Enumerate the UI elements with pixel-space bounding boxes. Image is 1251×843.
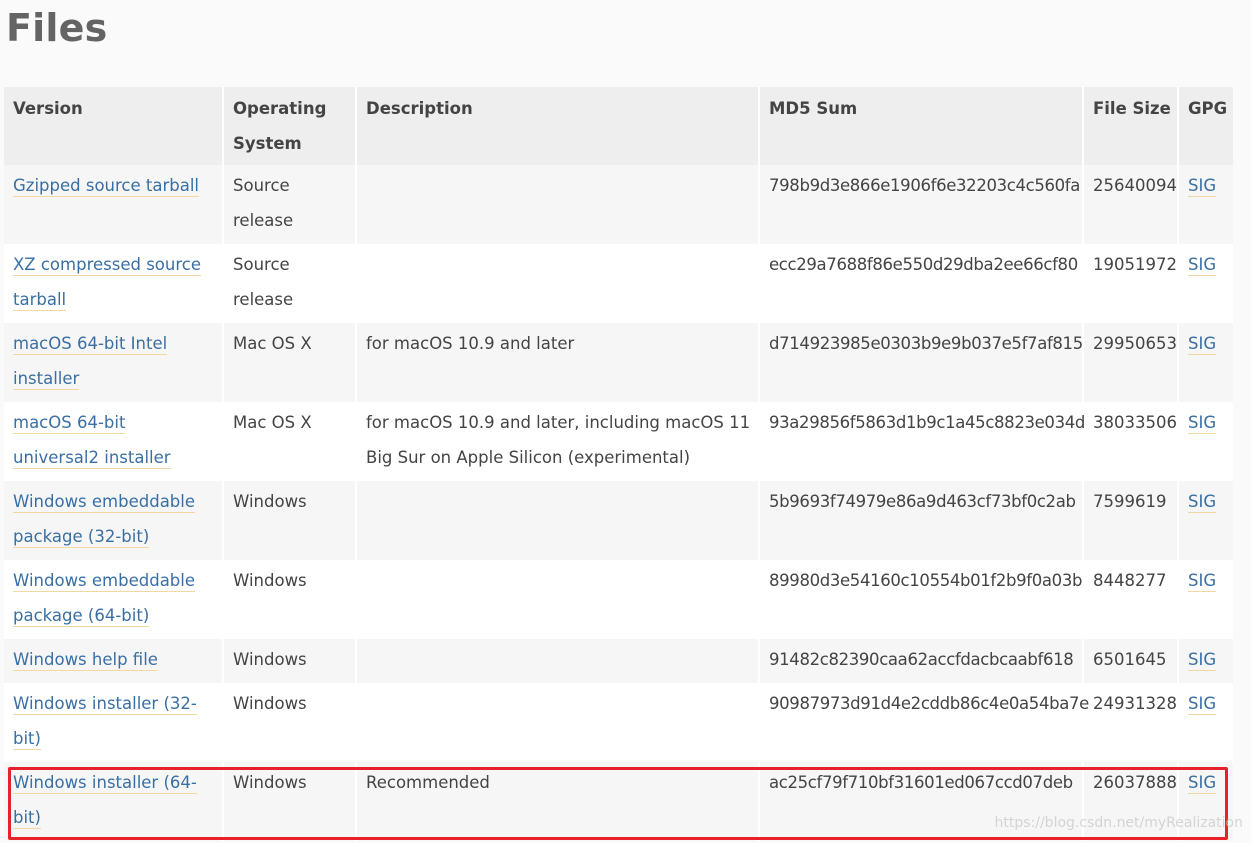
version-cell: XZ compressed source tarball xyxy=(4,244,224,323)
description-cell: for macOS 10.9 and later, including macO… xyxy=(356,402,760,481)
page-title: Files xyxy=(6,6,108,50)
os-cell: Windows xyxy=(223,560,357,639)
size-cell: 38033506 xyxy=(1083,402,1179,481)
gpg-cell: SIG xyxy=(1178,560,1233,639)
table-row: Gzipped source tarball Source release 79… xyxy=(4,165,1233,244)
os-cell: Windows xyxy=(223,639,357,683)
sig-link[interactable]: SIG xyxy=(1188,255,1217,276)
os-cell: Windows xyxy=(223,762,357,841)
table-row: Windows installer (32-bit) Windows 90987… xyxy=(4,683,1233,762)
description-cell xyxy=(356,481,760,560)
gpg-cell: SIG xyxy=(1178,481,1233,560)
sig-link[interactable]: SIG xyxy=(1188,413,1217,434)
files-table-header: Version Operating System Description MD5… xyxy=(4,87,1233,165)
header-gpg: GPG xyxy=(1178,87,1233,165)
description-cell: for macOS 10.9 and later xyxy=(356,323,760,402)
gpg-cell: SIG xyxy=(1178,683,1233,762)
size-cell: 6501645 xyxy=(1083,639,1179,683)
description-cell xyxy=(356,639,760,683)
version-link[interactable]: Windows installer (32-bit) xyxy=(13,694,197,750)
table-row: Windows embeddable package (32-bit) Wind… xyxy=(4,481,1233,560)
sig-link[interactable]: SIG xyxy=(1188,694,1217,715)
gpg-cell: SIG xyxy=(1178,402,1233,481)
version-cell: Windows embeddable package (32-bit) xyxy=(4,481,224,560)
md5-cell: 5b9693f74979e86a9d463cf73bf0c2ab xyxy=(759,481,1084,560)
header-description: Description xyxy=(356,87,760,165)
os-cell: Source release xyxy=(223,165,357,244)
description-cell: Recommended xyxy=(356,762,760,841)
version-cell: Windows installer (64-bit) xyxy=(4,762,224,841)
size-cell: 24931328 xyxy=(1083,683,1179,762)
version-cell: Windows installer (32-bit) xyxy=(4,683,224,762)
header-operating-system: Operating System xyxy=(223,87,357,165)
table-row: macOS 64-bit Intel installer Mac OS X fo… xyxy=(4,323,1233,402)
gpg-cell: SIG xyxy=(1178,165,1233,244)
os-cell: Mac OS X xyxy=(223,402,357,481)
version-link[interactable]: Windows embeddable package (32-bit) xyxy=(13,492,196,548)
version-link[interactable]: Windows help file xyxy=(13,650,158,671)
gpg-cell: SIG xyxy=(1178,323,1233,402)
md5-cell: 90987973d91d4e2cddb86c4e0a54ba7e xyxy=(759,683,1089,762)
table-row: macOS 64-bit universal2 installer Mac OS… xyxy=(4,402,1233,481)
table-row: XZ compressed source tarball Source rele… xyxy=(4,244,1233,323)
version-link[interactable]: macOS 64-bit Intel installer xyxy=(13,334,168,390)
sig-link[interactable]: SIG xyxy=(1188,773,1217,794)
downloads-page: Files Version Operating System Descripti… xyxy=(0,0,1251,843)
description-cell xyxy=(356,683,760,762)
md5-cell: 93a29856f5863d1b9c1a45c8823e034d xyxy=(759,402,1085,481)
sig-link[interactable]: SIG xyxy=(1188,176,1217,197)
md5-cell: ecc29a7688f86e550d29dba2ee66cf80 xyxy=(759,244,1084,323)
sig-link[interactable]: SIG xyxy=(1188,492,1217,513)
version-cell: Windows help file xyxy=(4,639,224,683)
version-cell: macOS 64-bit universal2 installer xyxy=(4,402,224,481)
version-link[interactable]: Windows installer (64-bit) xyxy=(13,773,197,829)
os-cell: Mac OS X xyxy=(223,323,357,402)
md5-cell: 798b9d3e866e1906f6e32203c4c560fa xyxy=(759,165,1084,244)
watermark: https://blog.csdn.net/myRealization xyxy=(994,815,1244,831)
sig-link[interactable]: SIG xyxy=(1188,650,1217,671)
size-cell: 19051972 xyxy=(1083,244,1179,323)
header-row: Version Operating System Description MD5… xyxy=(4,87,1233,165)
os-cell: Source release xyxy=(223,244,357,323)
md5-cell: 89980d3e54160c10554b01f2b9f0a03b xyxy=(759,560,1084,639)
files-table-body: Gzipped source tarball Source release 79… xyxy=(4,165,1233,841)
files-table: Version Operating System Description MD5… xyxy=(4,87,1233,841)
version-link[interactable]: Gzipped source tarball xyxy=(13,176,200,197)
size-cell: 25640094 xyxy=(1083,165,1179,244)
header-file-size: File Size xyxy=(1083,87,1179,165)
md5-cell: d714923985e0303b9e9b037e5f7af815 xyxy=(759,323,1084,402)
sig-link[interactable]: SIG xyxy=(1188,334,1217,355)
gpg-cell: SIG xyxy=(1178,639,1233,683)
header-version: Version xyxy=(4,87,224,165)
version-link[interactable]: Windows embeddable package (64-bit) xyxy=(13,571,196,627)
table-row: Windows help file Windows 91482c82390caa… xyxy=(4,639,1233,683)
os-cell: Windows xyxy=(223,683,357,762)
os-cell: Windows xyxy=(223,481,357,560)
version-cell: macOS 64-bit Intel installer xyxy=(4,323,224,402)
gpg-cell: SIG xyxy=(1178,244,1233,323)
size-cell: 29950653 xyxy=(1083,323,1179,402)
size-cell: 7599619 xyxy=(1083,481,1179,560)
size-cell: 8448277 xyxy=(1083,560,1179,639)
version-cell: Gzipped source tarball xyxy=(4,165,224,244)
version-link[interactable]: macOS 64-bit universal2 installer xyxy=(13,413,171,469)
description-cell xyxy=(356,244,760,323)
version-link[interactable]: XZ compressed source tarball xyxy=(13,255,201,311)
md5-cell: 91482c82390caa62accfdacbcaabf618 xyxy=(759,639,1084,683)
version-cell: Windows embeddable package (64-bit) xyxy=(4,560,224,639)
sig-link[interactable]: SIG xyxy=(1188,571,1217,592)
description-cell xyxy=(356,560,760,639)
description-cell xyxy=(356,165,760,244)
header-md5-sum: MD5 Sum xyxy=(759,87,1084,165)
table-row: Windows embeddable package (64-bit) Wind… xyxy=(4,560,1233,639)
